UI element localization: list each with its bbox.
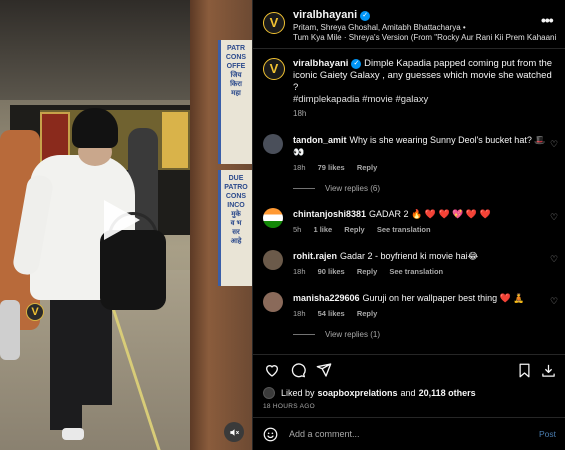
comment-icon[interactable] bbox=[289, 361, 307, 379]
likes-count[interactable]: 20,118 others bbox=[419, 388, 476, 398]
comment-likes[interactable]: 1 like bbox=[313, 225, 332, 234]
post-header: V viralbhayani ✓ Pritam, Shreya Ghoshal, … bbox=[253, 0, 565, 49]
instagram-post-viewer: PATR CONS OFFE जिय किरा महा DUE PATRO CO… bbox=[0, 0, 565, 450]
comment-avatar[interactable] bbox=[263, 292, 283, 312]
theatre-sign-bottom: DUE PATRO CONS INCO मुके व भ सर आहे bbox=[218, 170, 252, 286]
bookmark-icon[interactable] bbox=[515, 361, 533, 379]
video-player[interactable]: PATR CONS OFFE जिय किरा महा DUE PATRO CO… bbox=[0, 0, 252, 450]
comment-reply-button[interactable]: Reply bbox=[357, 267, 377, 276]
see-translation-button[interactable]: See translation bbox=[377, 225, 431, 234]
comment-avatar[interactable] bbox=[263, 134, 283, 154]
comment-like-heart-icon[interactable]: ♡ bbox=[550, 254, 558, 265]
caption-hashtags[interactable]: #dimplekapadia #movie #galaxy bbox=[293, 94, 428, 105]
add-comment-bar: Post bbox=[253, 417, 565, 450]
comment-username[interactable]: chintanjoshi8381 bbox=[293, 209, 366, 219]
mute-icon[interactable] bbox=[224, 422, 244, 442]
comment-avatar[interactable] bbox=[263, 208, 283, 228]
likes-summary[interactable]: Liked by soapboxprelations and 20,118 ot… bbox=[263, 387, 476, 399]
verified-badge-icon: ✓ bbox=[351, 59, 362, 69]
comment-likes[interactable]: 54 likes bbox=[318, 309, 345, 318]
download-icon[interactable] bbox=[539, 361, 557, 379]
comment-like-heart-icon[interactable]: ♡ bbox=[550, 212, 558, 223]
share-send-icon[interactable] bbox=[315, 361, 333, 379]
comment-text: tandon_amit Why is she wearing Sunny Deol… bbox=[293, 135, 546, 157]
header-username[interactable]: viralbhayani ✓ bbox=[293, 9, 371, 21]
comment-like-heart-icon[interactable]: ♡ bbox=[550, 296, 558, 307]
comment-reply-button[interactable]: Reply bbox=[357, 163, 377, 172]
comment-input[interactable] bbox=[289, 426, 519, 442]
liker-avatar bbox=[263, 387, 275, 399]
comment-username[interactable]: tandon_amit bbox=[293, 135, 347, 145]
comment-like-heart-icon[interactable]: ♡ bbox=[550, 139, 558, 150]
like-heart-icon[interactable] bbox=[263, 361, 281, 379]
post-button[interactable]: Post bbox=[539, 429, 556, 439]
verified-badge-icon: ✓ bbox=[360, 11, 371, 21]
comment-meta: 18h 90 likes Reply See translation bbox=[293, 267, 453, 276]
comment-meta: 18h 79 likes Reply bbox=[293, 163, 387, 172]
comment-reply-button[interactable]: Reply bbox=[344, 225, 364, 234]
post-panel: V viralbhayani ✓ Pritam, Shreya Ghoshal, … bbox=[252, 0, 565, 450]
audio-song[interactable]: Tum Kya Mile · Shreya's Version (From "R… bbox=[293, 33, 556, 42]
watermark-logo: V bbox=[26, 303, 44, 321]
comment-username[interactable]: rohit.rajen bbox=[293, 251, 337, 261]
comment-text: manisha229606 Guruji on her wallpaper bes… bbox=[293, 293, 525, 303]
caption-time: 18h bbox=[293, 109, 307, 118]
action-bar bbox=[253, 354, 565, 382]
comment-likes[interactable]: 90 likes bbox=[318, 267, 345, 276]
sign-text-top: PATR CONS OFFE जिय किरा महा bbox=[225, 45, 247, 97]
comment-likes[interactable]: 79 likes bbox=[318, 163, 345, 172]
comment-time: 18h bbox=[293, 163, 306, 172]
comment-meta: 5h 1 like Reply See translation bbox=[293, 225, 441, 234]
caption-text: viralbhayani ✓ Dimple Kapadia papped comi… bbox=[293, 58, 553, 94]
caption-avatar[interactable]: V bbox=[263, 58, 285, 80]
comment-time: 18h bbox=[293, 309, 306, 318]
more-horizontal-icon[interactable]: ••• bbox=[541, 12, 554, 28]
comment-time: 18h bbox=[293, 267, 306, 276]
view-replies-button[interactable]: View replies (6) bbox=[293, 184, 380, 193]
emoji-icon[interactable] bbox=[263, 427, 278, 445]
comment-text: rohit.rajen Gadar 2 - boyfriend ki movie … bbox=[293, 251, 479, 261]
see-translation-button[interactable]: See translation bbox=[389, 267, 443, 276]
liker-username[interactable]: soapboxprelations bbox=[318, 388, 398, 398]
caption-username[interactable]: viralbhayani bbox=[293, 58, 348, 69]
play-icon[interactable] bbox=[104, 200, 140, 240]
avatar[interactable]: V bbox=[263, 12, 285, 34]
comment-time: 5h bbox=[293, 225, 302, 234]
posted-time: 18 HOURS AGO bbox=[263, 403, 316, 410]
sign-text-bottom: DUE PATRO CONS INCO मुके व भ सर आहे bbox=[224, 175, 248, 245]
audio-artists[interactable]: Pritam, Shreya Ghoshal, Amitabh Bhattach… bbox=[293, 23, 466, 32]
comment-avatar[interactable] bbox=[263, 250, 283, 270]
view-replies-button[interactable]: View replies (1) bbox=[293, 330, 380, 339]
comment-text: chintanjoshi8381 GADAR 2 🔥 ❤️ ❤️ 💖 ❤️ ❤️ bbox=[293, 209, 491, 219]
comment-reply-button[interactable]: Reply bbox=[357, 309, 377, 318]
comment-meta: 18h 54 likes Reply bbox=[293, 309, 387, 318]
comment-username[interactable]: manisha229606 bbox=[293, 293, 360, 303]
theatre-sign-top: PATR CONS OFFE जिय किरा महा bbox=[218, 40, 252, 164]
